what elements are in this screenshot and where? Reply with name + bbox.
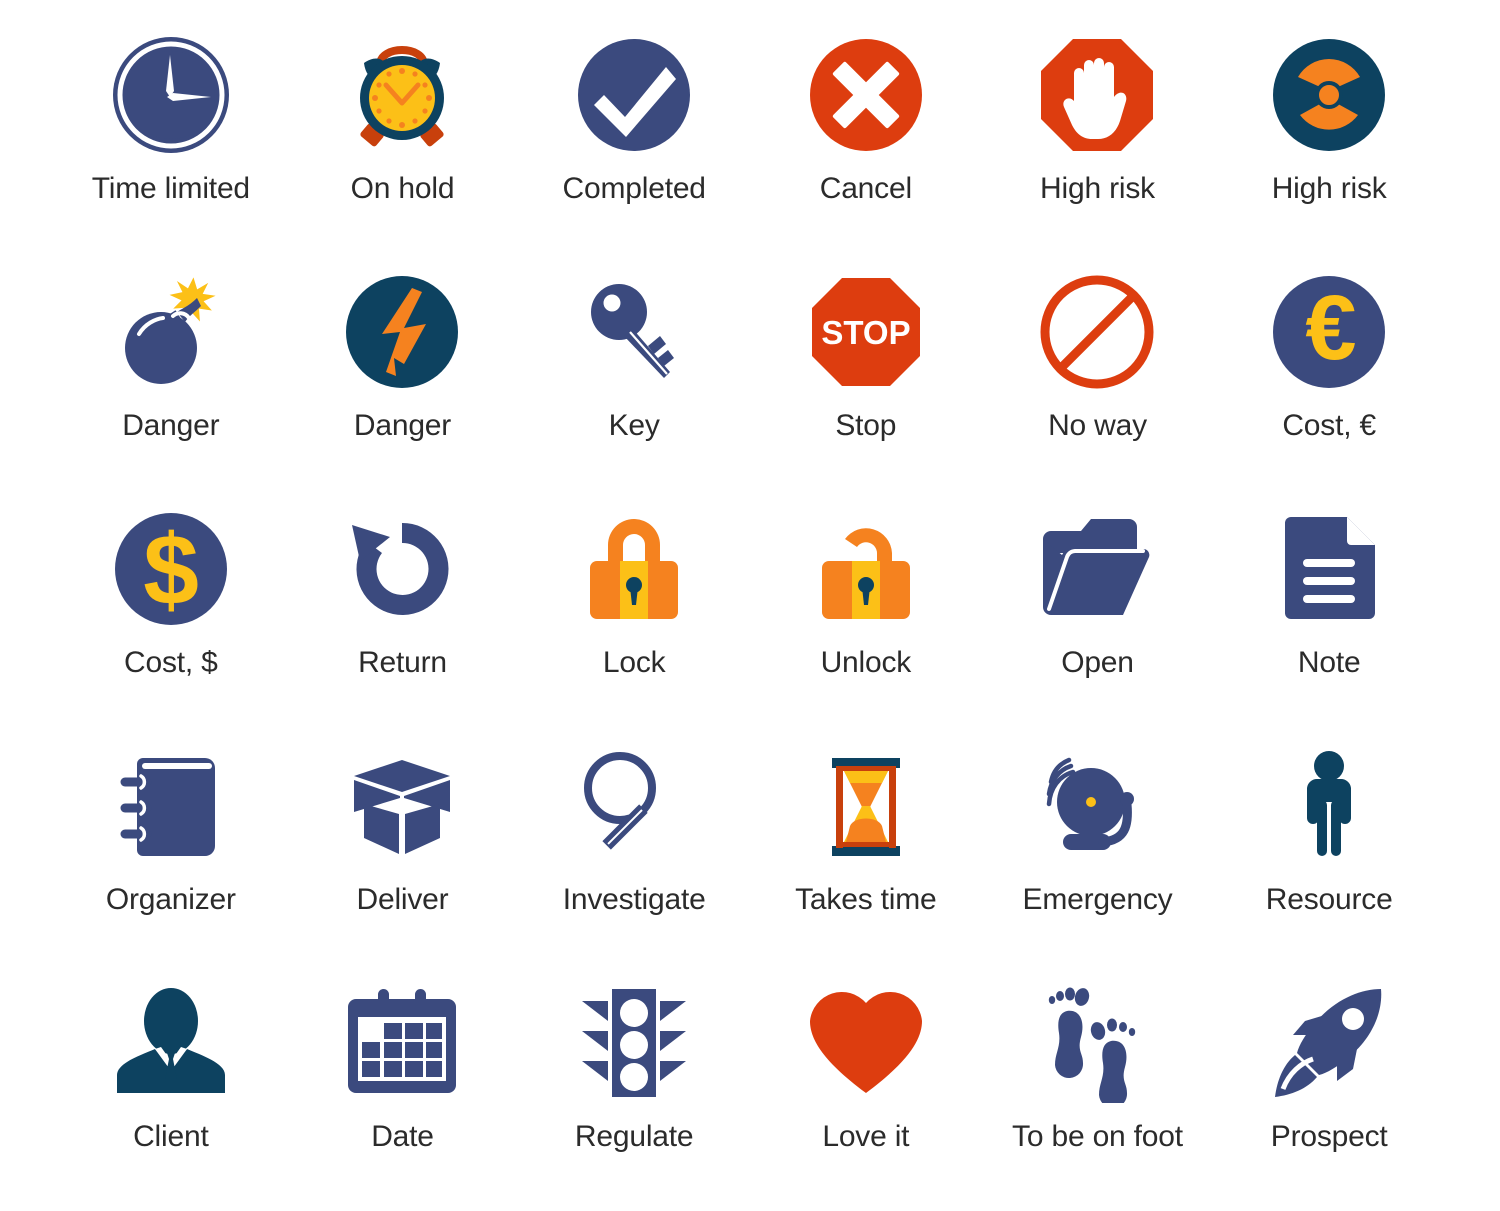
icon-cell-love-it[interactable]: Love it [750, 962, 982, 1199]
icon-cell-client[interactable]: Client [55, 962, 287, 1199]
icon-label: Time limited [92, 172, 250, 205]
lock-open-icon[interactable] [803, 506, 929, 632]
lock-closed-icon[interactable] [571, 506, 697, 632]
icon-label: Danger [354, 409, 451, 442]
icon-cell-investigate[interactable]: Investigate [518, 725, 750, 962]
footprints-icon[interactable] [1034, 980, 1160, 1106]
icon-label: Key [609, 409, 660, 442]
radiation-icon[interactable] [1266, 32, 1392, 158]
icon-label: Lock [603, 646, 666, 679]
icon-cell-on-foot[interactable]: To be on foot [982, 962, 1214, 1199]
icon-label: Cancel [820, 172, 912, 205]
icon-label: Prospect [1271, 1120, 1388, 1153]
icon-cell-high-risk-hand[interactable]: High risk [982, 14, 1214, 251]
icon-cell-on-hold[interactable]: On hold [287, 14, 519, 251]
icon-cell-no-way[interactable]: No way [982, 251, 1214, 488]
calendar-icon[interactable] [339, 980, 465, 1106]
circular-arrow-icon[interactable] [339, 506, 465, 632]
icon-label: Emergency [1023, 883, 1173, 916]
icon-label: Takes time [795, 883, 936, 916]
icon-cell-cancel[interactable]: Cancel [750, 14, 982, 251]
icon-label: Client [133, 1120, 209, 1153]
icon-cell-regulate[interactable]: Regulate [518, 962, 750, 1199]
icon-cell-time-limited[interactable]: Time limited [55, 14, 287, 251]
icon-cell-note[interactable]: Note [1213, 488, 1445, 725]
icon-grid: Time limited [0, 0, 1500, 1211]
icon-label: Deliver [357, 883, 449, 916]
icon-label: Regulate [575, 1120, 694, 1153]
clock-icon[interactable] [108, 32, 234, 158]
icon-label: Unlock [821, 646, 912, 679]
icon-cell-prospect[interactable]: Prospect [1213, 962, 1445, 1199]
checkmark-circle-icon[interactable] [571, 32, 697, 158]
icon-cell-key[interactable]: Key [518, 251, 750, 488]
icon-cell-danger-bolt[interactable]: Danger [287, 251, 519, 488]
traffic-light-icon[interactable] [571, 980, 697, 1106]
alarm-clock-icon[interactable] [339, 32, 465, 158]
icon-cell-date[interactable]: Date [287, 962, 519, 1199]
notebook-icon[interactable] [108, 743, 234, 869]
icon-label: Love it [822, 1120, 909, 1153]
open-box-icon[interactable] [339, 743, 465, 869]
document-icon[interactable] [1266, 506, 1392, 632]
icon-cell-takes-time[interactable]: Takes time [750, 725, 982, 962]
key-icon[interactable] [571, 269, 697, 395]
icon-cell-completed[interactable]: Completed [518, 14, 750, 251]
icon-label: No way [1048, 409, 1147, 442]
hourglass-icon[interactable] [803, 743, 929, 869]
alarm-bell-icon[interactable] [1034, 743, 1160, 869]
icon-label: On hold [351, 172, 455, 205]
heart-icon[interactable] [803, 980, 929, 1106]
icon-cell-stop[interactable]: STOP Stop [750, 251, 982, 488]
businessman-icon[interactable] [108, 980, 234, 1106]
icon-cell-resource[interactable]: Resource [1213, 725, 1445, 962]
icon-label: High risk [1040, 172, 1155, 205]
icon-label: To be on foot [1012, 1120, 1183, 1153]
bomb-icon[interactable] [108, 269, 234, 395]
icon-cell-return[interactable]: Return [287, 488, 519, 725]
icon-label: Date [371, 1120, 434, 1153]
icon-cell-unlock[interactable]: Unlock [750, 488, 982, 725]
lightning-bolt-icon[interactable] [339, 269, 465, 395]
rocket-icon[interactable] [1266, 980, 1392, 1106]
stop-sign-icon[interactable]: STOP [803, 269, 929, 395]
icon-label: High risk [1272, 172, 1387, 205]
person-icon[interactable] [1266, 743, 1392, 869]
icon-label: Return [358, 646, 447, 679]
icon-cell-emergency[interactable]: Emergency [982, 725, 1214, 962]
euro-coin-icon[interactable]: € [1266, 269, 1392, 395]
icon-cell-cost-eur[interactable]: € Cost, € [1213, 251, 1445, 488]
icon-cell-lock[interactable]: Lock [518, 488, 750, 725]
icon-label: Resource [1266, 883, 1393, 916]
icon-label: Organizer [106, 883, 236, 916]
dollar-symbol: $ [143, 514, 199, 626]
stop-sign-text: STOP [821, 314, 910, 351]
icon-cell-cost-usd[interactable]: $ Cost, $ [55, 488, 287, 725]
icon-label: Note [1298, 646, 1361, 679]
icon-cell-danger-bomb[interactable]: Danger [55, 251, 287, 488]
icon-label: Cost, € [1282, 409, 1376, 442]
euro-symbol: € [1306, 277, 1357, 379]
icon-label: Cost, $ [124, 646, 218, 679]
cross-circle-icon[interactable] [803, 32, 929, 158]
icon-cell-high-risk-radiation[interactable]: High risk [1213, 14, 1445, 251]
icon-label: Investigate [563, 883, 706, 916]
prohibited-icon[interactable] [1034, 269, 1160, 395]
icon-cell-organizer[interactable]: Organizer [55, 725, 287, 962]
icon-cell-open[interactable]: Open [982, 488, 1214, 725]
icon-label: Danger [122, 409, 219, 442]
dollar-coin-icon[interactable]: $ [108, 506, 234, 632]
icon-label: Open [1061, 646, 1134, 679]
icon-cell-deliver[interactable]: Deliver [287, 725, 519, 962]
icon-label: Stop [835, 409, 896, 442]
stop-hand-octagon-icon[interactable] [1034, 32, 1160, 158]
magnifier-icon[interactable] [571, 743, 697, 869]
folder-open-icon[interactable] [1034, 506, 1160, 632]
icon-label: Completed [563, 172, 706, 205]
